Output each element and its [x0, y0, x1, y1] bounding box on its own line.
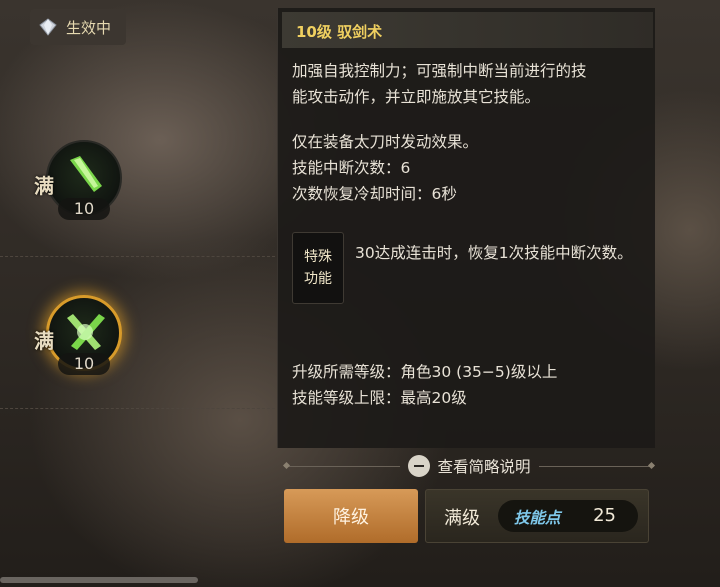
level-cap: 技能等级上限：最高20级: [292, 389, 467, 407]
toggle-label[interactable]: 查看简略说明: [438, 455, 531, 477]
divider: [284, 465, 400, 467]
max-mark: 满: [34, 329, 54, 353]
scrollbar[interactable]: [0, 577, 198, 583]
special-function-badge: 特殊 功能: [292, 232, 344, 304]
minus-icon[interactable]: [407, 455, 430, 477]
skill-title: 10级 驭剑术: [296, 23, 383, 41]
special-badge-line: 特殊: [304, 249, 332, 265]
status-badge: 生效中: [30, 9, 126, 45]
special-badge-line: 功能: [304, 271, 332, 287]
divider: [0, 408, 275, 409]
skill-cooldown: 次数恢复冷却时间：6秒: [292, 185, 457, 203]
skill-points-value: 25: [593, 505, 616, 526]
max-mark: 满: [34, 174, 54, 198]
skill-level: 10: [58, 198, 110, 220]
skill-points-label: 技能点: [514, 509, 561, 527]
max-level-button[interactable]: 满级 技能点 25: [425, 489, 649, 543]
skill-condition: 仅在装备太刀时发动效果。: [292, 133, 479, 151]
skill-detail-panel: 10级 驭剑术 加强自我控制力；可强制中断当前进行的技 能攻击动作，并立即施放其…: [277, 8, 655, 448]
skill-slot-2[interactable]: 满 10: [34, 295, 122, 375]
brief-description-toggle[interactable]: 查看简略说明: [284, 454, 655, 478]
status-label: 生效中: [66, 18, 112, 37]
divider: [538, 465, 655, 467]
skill-level: 10: [58, 353, 110, 375]
divider: [0, 256, 275, 257]
skill-points: 技能点 25: [498, 500, 638, 532]
skill-slot-1[interactable]: 满 10: [34, 140, 122, 220]
diamond-icon: [39, 18, 57, 36]
skill-interrupt-count: 技能中断次数：6: [292, 159, 411, 177]
upgrade-requirement: 升级所需等级：角色30 (35−5)级以上: [292, 363, 558, 381]
special-function-text: 30达成连击时，恢复1次技能中断次数。: [355, 244, 633, 262]
skill-description: 加强自我控制力；可强制中断当前进行的技: [292, 62, 587, 80]
skill-description: 能攻击动作，并立即施放其它技能。: [292, 88, 541, 106]
downgrade-button[interactable]: 降级: [284, 489, 418, 543]
panel-header: 10级 驭剑术: [282, 12, 653, 48]
max-level-label: 满级: [444, 508, 480, 529]
